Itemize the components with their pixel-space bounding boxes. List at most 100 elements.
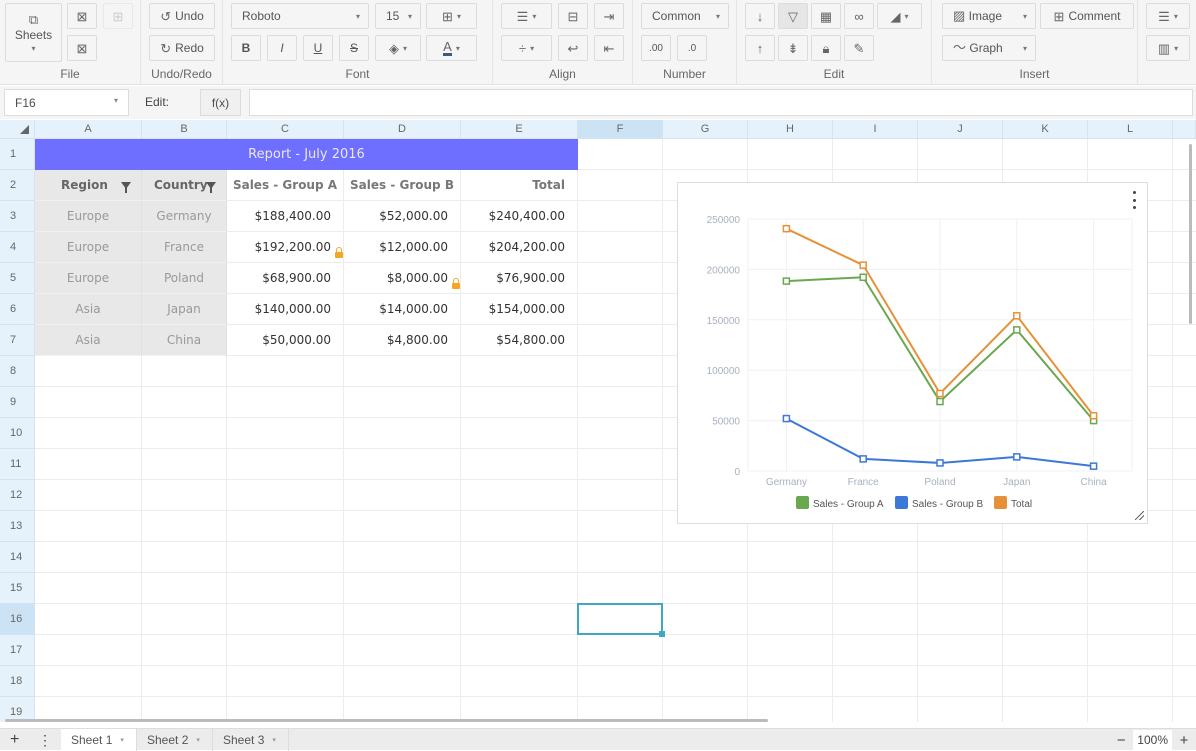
strikethrough-button[interactable]: S bbox=[339, 35, 369, 61]
italic-button[interactable]: I bbox=[267, 35, 297, 61]
wrap-text-button[interactable]: ↩ bbox=[558, 35, 588, 61]
cell[interactable] bbox=[578, 232, 663, 263]
data-cell[interactable]: $140,000.00 bbox=[227, 294, 344, 325]
sort-asc-button[interactable]: ↑ bbox=[745, 35, 775, 61]
cell[interactable] bbox=[748, 573, 833, 604]
cell[interactable] bbox=[461, 449, 578, 480]
cell[interactable] bbox=[461, 480, 578, 511]
columns-button[interactable]: ▥ ▾ bbox=[1146, 35, 1190, 61]
cell[interactable] bbox=[1088, 697, 1173, 722]
cell[interactable] bbox=[35, 573, 142, 604]
cell[interactable] bbox=[227, 573, 344, 604]
cell[interactable] bbox=[1173, 697, 1196, 722]
cell[interactable] bbox=[142, 604, 227, 635]
row-header[interactable]: 4 bbox=[0, 232, 35, 263]
filter-icon[interactable] bbox=[206, 182, 216, 193]
cell[interactable] bbox=[35, 418, 142, 449]
cell[interactable] bbox=[142, 418, 227, 449]
cell[interactable] bbox=[1173, 294, 1196, 325]
row-header[interactable]: 2 bbox=[0, 170, 35, 201]
cell[interactable] bbox=[1173, 511, 1196, 542]
cell[interactable] bbox=[578, 542, 663, 573]
row-header[interactable]: 6 bbox=[0, 294, 35, 325]
cell[interactable] bbox=[344, 418, 461, 449]
cell[interactable] bbox=[578, 666, 663, 697]
data-cell[interactable]: Europe bbox=[35, 232, 142, 263]
edit-note-button[interactable]: ✎ bbox=[844, 35, 874, 61]
cell[interactable] bbox=[142, 356, 227, 387]
data-cell[interactable]: Asia bbox=[35, 325, 142, 356]
cell[interactable] bbox=[833, 542, 918, 573]
vertical-scrollbar[interactable] bbox=[1189, 144, 1192, 324]
cell[interactable] bbox=[918, 697, 1003, 722]
cell[interactable] bbox=[833, 635, 918, 666]
cell[interactable] bbox=[344, 542, 461, 573]
data-cell[interactable]: $52,000.00 bbox=[344, 201, 461, 232]
cell[interactable] bbox=[1173, 170, 1196, 201]
cell[interactable] bbox=[142, 573, 227, 604]
cell[interactable] bbox=[578, 449, 663, 480]
cell[interactable] bbox=[663, 139, 748, 170]
cell[interactable] bbox=[663, 635, 748, 666]
data-cell[interactable]: $14,000.00 bbox=[344, 294, 461, 325]
cell[interactable] bbox=[344, 356, 461, 387]
cell[interactable] bbox=[578, 356, 663, 387]
data-cell[interactable]: $154,000.00 bbox=[461, 294, 578, 325]
row-header[interactable]: 7 bbox=[0, 325, 35, 356]
cell[interactable] bbox=[1173, 480, 1196, 511]
cell[interactable] bbox=[578, 263, 663, 294]
cell[interactable] bbox=[227, 604, 344, 635]
line-chart[interactable]: 0 50000 100000 150000 200000 250000 Germany Fra… bbox=[677, 182, 1148, 524]
sheet-tab[interactable]: Sheet 1 ▾ bbox=[61, 729, 137, 751]
row-header[interactable]: 1 bbox=[0, 139, 35, 170]
data-cell[interactable]: $50,000.00 bbox=[227, 325, 344, 356]
increase-decimal-button[interactable]: .00 bbox=[641, 35, 671, 61]
data-cell[interactable]: Europe bbox=[35, 201, 142, 232]
cell[interactable] bbox=[918, 666, 1003, 697]
cell[interactable] bbox=[578, 635, 663, 666]
number-format-select[interactable]: Common ▾ bbox=[641, 3, 729, 29]
row-header[interactable]: 12 bbox=[0, 480, 35, 511]
cell[interactable] bbox=[833, 666, 918, 697]
data-cell[interactable]: $12,000.00 bbox=[344, 232, 461, 263]
cell[interactable] bbox=[35, 604, 142, 635]
cell[interactable] bbox=[461, 511, 578, 542]
column-header[interactable]: C bbox=[227, 120, 344, 139]
cell[interactable] bbox=[461, 604, 578, 635]
freeze-button[interactable]: ⇟ bbox=[778, 35, 808, 61]
cell[interactable] bbox=[227, 666, 344, 697]
cell[interactable] bbox=[227, 356, 344, 387]
column-title-0[interactable]: Region bbox=[35, 170, 142, 201]
import-button[interactable]: ⊠ bbox=[67, 3, 97, 29]
cell[interactable] bbox=[227, 511, 344, 542]
data-cell[interactable]: $188,400.00 bbox=[227, 201, 344, 232]
column-header[interactable]: K bbox=[1003, 120, 1088, 139]
caret-icon[interactable]: ▾ bbox=[120, 736, 124, 744]
column-header[interactable]: E bbox=[461, 120, 578, 139]
cell[interactable] bbox=[1173, 666, 1196, 697]
cell[interactable] bbox=[1088, 666, 1173, 697]
select-all-corner[interactable] bbox=[0, 120, 35, 139]
link-button[interactable]: ∞ bbox=[844, 3, 874, 29]
cell[interactable] bbox=[227, 418, 344, 449]
data-cell[interactable]: China bbox=[142, 325, 227, 356]
column-title-4[interactable]: Total bbox=[461, 170, 578, 201]
cell[interactable] bbox=[142, 635, 227, 666]
cell[interactable] bbox=[1173, 232, 1196, 263]
data-cell[interactable]: France bbox=[142, 232, 227, 263]
cell[interactable] bbox=[1173, 604, 1196, 635]
validation-button[interactable]: ▦ bbox=[811, 3, 841, 29]
cell[interactable] bbox=[748, 139, 833, 170]
row-header[interactable]: 18 bbox=[0, 666, 35, 697]
zoom-in-button[interactable]: + bbox=[1172, 732, 1196, 749]
data-cell[interactable]: Europe bbox=[35, 263, 142, 294]
row-header[interactable]: 13 bbox=[0, 511, 35, 542]
sheet-tab[interactable]: Sheet 2 ▾ bbox=[137, 729, 213, 751]
underline-button[interactable]: U bbox=[303, 35, 333, 61]
export-button[interactable]: ⊠ bbox=[67, 35, 97, 61]
cell[interactable] bbox=[918, 573, 1003, 604]
cell[interactable] bbox=[578, 387, 663, 418]
cell[interactable] bbox=[1173, 325, 1196, 356]
cell[interactable] bbox=[918, 635, 1003, 666]
data-cell[interactable]: Germany bbox=[142, 201, 227, 232]
